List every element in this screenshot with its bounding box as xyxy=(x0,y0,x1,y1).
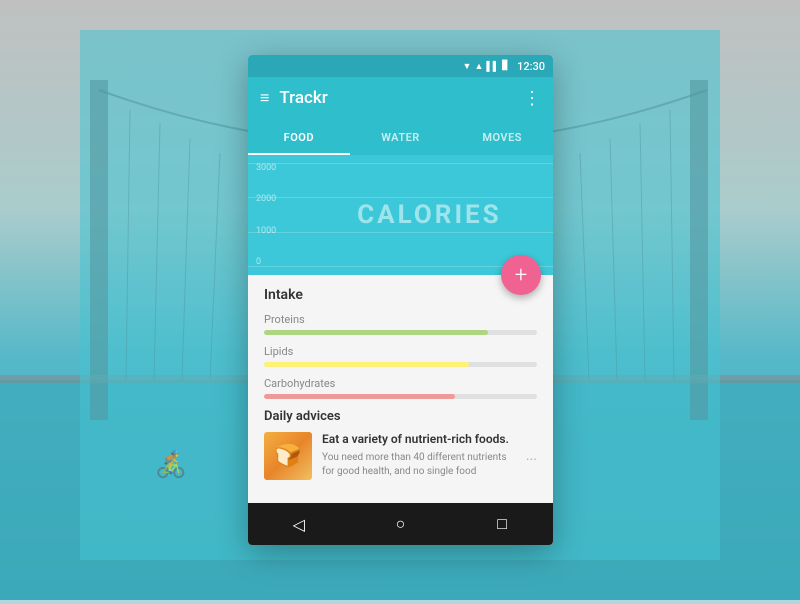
calories-chart: 3000 2000 1000 0 CALORIES + xyxy=(248,155,553,275)
proteins-label: Proteins xyxy=(264,313,537,326)
advice-more-icon[interactable]: ... xyxy=(526,448,537,464)
proteins-bar xyxy=(264,330,488,335)
tab-bar: FOOD WATER MOVES xyxy=(248,119,553,155)
tab-water[interactable]: WATER xyxy=(350,119,452,155)
y-label-2000: 2000 xyxy=(256,194,276,204)
back-button[interactable]: ◁ xyxy=(284,509,314,539)
status-icons: ▼ ▲ ▌▌ ▊ xyxy=(463,61,510,72)
recents-button[interactable]: □ xyxy=(487,509,517,539)
carbs-label: Carbohydrates xyxy=(264,377,537,390)
grid-line-3000 xyxy=(248,163,553,164)
lipids-bar xyxy=(264,362,469,367)
y-label-1000: 1000 xyxy=(256,226,276,236)
carbs-bar-bg xyxy=(264,394,537,399)
app-bar: ≡ Trackr ⋮ xyxy=(248,77,553,119)
proteins-item: Proteins xyxy=(264,313,537,335)
signal-icon: ▲ xyxy=(474,61,483,72)
calories-label: CALORIES xyxy=(357,200,502,230)
home-button[interactable]: ○ xyxy=(385,509,415,539)
lipids-bar-bg xyxy=(264,362,537,367)
more-options-icon[interactable]: ⋮ xyxy=(523,88,541,109)
content-area: Intake Proteins Lipids Carbohydrates Dai… xyxy=(248,275,553,503)
grid-line-2000 xyxy=(248,197,553,198)
advice-image: 🍞 xyxy=(264,432,312,480)
app-title: Trackr xyxy=(279,88,523,108)
y-label-3000: 3000 xyxy=(256,163,276,173)
battery-icon: ▊ xyxy=(502,61,509,71)
advice-card[interactable]: 🍞 Eat a variety of nutrient-rich foods. … xyxy=(264,432,537,480)
tab-moves[interactable]: MOVES xyxy=(451,119,553,155)
add-food-fab[interactable]: + xyxy=(501,255,541,295)
cyclist-icon: 🚴 xyxy=(155,450,187,480)
carbs-item: Carbohydrates xyxy=(264,377,537,399)
menu-icon[interactable]: ≡ xyxy=(260,88,269,108)
carbs-bar xyxy=(264,394,455,399)
lipids-item: Lipids xyxy=(264,345,537,367)
grid-line-1000 xyxy=(248,232,553,233)
tab-food[interactable]: FOOD xyxy=(248,119,350,155)
advice-food-icon: 🍞 xyxy=(274,444,301,469)
status-time: 12:30 xyxy=(517,60,545,73)
lipids-label: Lipids xyxy=(264,345,537,358)
nav-bar: ◁ ○ □ xyxy=(248,503,553,545)
proteins-bar-bg xyxy=(264,330,537,335)
intake-title: Intake xyxy=(264,287,537,303)
y-label-0: 0 xyxy=(256,257,276,267)
advice-text: Eat a variety of nutrient-rich foods. Yo… xyxy=(322,432,512,479)
wifi-icon: ▼ xyxy=(463,61,472,72)
signal-bars-icon: ▌▌ xyxy=(486,61,499,72)
advice-headline: Eat a variety of nutrient-rich foods. xyxy=(322,432,512,448)
status-bar: ▼ ▲ ▌▌ ▊ 12:30 xyxy=(248,55,553,77)
y-axis-labels: 3000 2000 1000 0 xyxy=(256,163,276,267)
advice-body: You need more than 40 different nutrient… xyxy=(322,451,512,479)
phone-frame: ▼ ▲ ▌▌ ▊ 12:30 ≡ Trackr ⋮ FOOD WATER MOV… xyxy=(248,55,553,545)
advices-title: Daily advices xyxy=(264,409,537,424)
